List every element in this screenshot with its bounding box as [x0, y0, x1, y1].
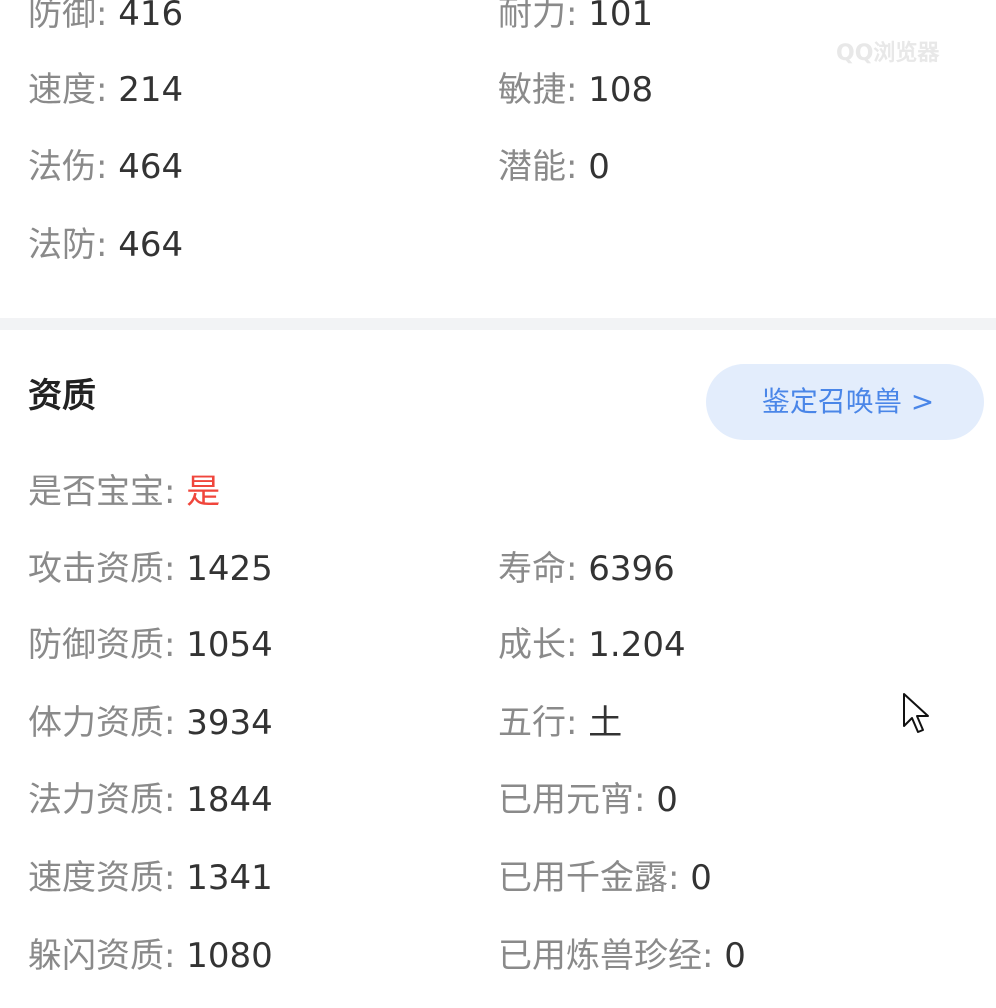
aptitude-label: 已用元宵: — [498, 780, 646, 820]
attr-magic-damage: 法伤: 464 — [28, 137, 183, 197]
aptitude-lianshou-used: 已用炼兽珍经: 0 — [498, 926, 746, 986]
aptitude-label: 法力资质: — [28, 780, 176, 820]
aptitude-label: 速度资质: — [28, 858, 176, 898]
aptitude-value: 1.204 — [588, 625, 686, 665]
is-baby-value: 是 — [186, 472, 221, 512]
aptitude-value: 1080 — [186, 936, 273, 976]
attr-endurance: 耐力: 101 — [498, 0, 653, 44]
section-divider — [0, 318, 996, 330]
aptitude-mana: 法力资质: 1844 — [28, 770, 273, 830]
browser-watermark: QQ浏览器 — [836, 41, 940, 66]
attr-speed-value: 214 — [118, 70, 184, 110]
attr-speed: 速度: 214 — [28, 60, 183, 120]
aptitude-yuanxiao-used: 已用元宵: 0 — [498, 770, 678, 830]
attr-agility-value: 108 — [588, 70, 654, 110]
aptitude-stamina: 体力资质: 3934 — [28, 693, 273, 753]
pet-detail-page: 防御: 416 耐力: 101 速度: 214 敏捷: 108 法伤: 464 … — [0, 0, 996, 1008]
is-baby-label: 是否宝宝: — [28, 472, 176, 512]
aptitude-attack: 攻击资质: 1425 — [28, 539, 273, 599]
aptitude-value: 6396 — [588, 549, 675, 589]
aptitude-label: 五行: — [498, 703, 578, 743]
aptitude-value: 土 — [588, 703, 623, 743]
aptitude-label: 躲闪资质: — [28, 936, 176, 976]
attr-agility: 敏捷: 108 — [498, 60, 653, 120]
aptitude-section-title: 资质 — [28, 376, 96, 416]
aptitude-label: 攻击资质: — [28, 549, 176, 589]
attr-endurance-value: 101 — [588, 0, 654, 34]
attr-defense: 防御: 416 — [28, 0, 183, 44]
attr-magic-damage-label: 法伤: — [28, 147, 108, 187]
aptitude-value: 1844 — [186, 780, 273, 820]
attr-magic-damage-value: 464 — [118, 147, 184, 187]
aptitude-label: 寿命: — [498, 549, 578, 589]
aptitude-value: 1054 — [186, 625, 273, 665]
is-baby-row: 是否宝宝: 是 — [28, 462, 220, 522]
attr-magic-defense-label: 法防: — [28, 225, 108, 265]
attr-potential-value: 0 — [588, 147, 610, 187]
attr-defense-label: 防御: — [28, 0, 108, 34]
aptitude-defense: 防御资质: 1054 — [28, 615, 273, 675]
attr-defense-value: 416 — [118, 0, 184, 34]
attr-potential-label: 潜能: — [498, 147, 578, 187]
aptitude-label: 成长: — [498, 625, 578, 665]
aptitude-value: 1341 — [186, 858, 273, 898]
aptitude-label: 已用炼兽珍经: — [498, 936, 714, 976]
attr-speed-label: 速度: — [28, 70, 108, 110]
aptitude-label: 已用千金露: — [498, 858, 680, 898]
aptitude-value: 0 — [724, 936, 746, 976]
attr-agility-label: 敏捷: — [498, 70, 578, 110]
aptitude-value: 0 — [656, 780, 678, 820]
aptitude-label: 防御资质: — [28, 625, 176, 665]
aptitude-growth: 成长: 1.204 — [498, 615, 686, 675]
aptitude-dodge: 躲闪资质: 1080 — [28, 926, 273, 986]
aptitude-value: 1425 — [186, 549, 273, 589]
mouse-cursor-icon — [903, 693, 929, 733]
attr-potential: 潜能: 0 — [498, 137, 610, 197]
aptitude-label: 体力资质: — [28, 703, 176, 743]
aptitude-value: 0 — [690, 858, 712, 898]
aptitude-qianjinlu-used: 已用千金露: 0 — [498, 848, 712, 908]
attr-endurance-label: 耐力: — [498, 0, 578, 34]
attr-magic-defense: 法防: 464 — [28, 215, 183, 275]
aptitude-lifespan: 寿命: 6396 — [498, 539, 675, 599]
aptitude-speed: 速度资质: 1341 — [28, 848, 273, 908]
appraise-pet-button[interactable]: 鉴定召唤兽 > — [706, 364, 984, 440]
aptitude-element: 五行: 土 — [498, 693, 622, 753]
aptitude-value: 3934 — [186, 703, 273, 743]
attr-magic-defense-value: 464 — [118, 225, 184, 265]
